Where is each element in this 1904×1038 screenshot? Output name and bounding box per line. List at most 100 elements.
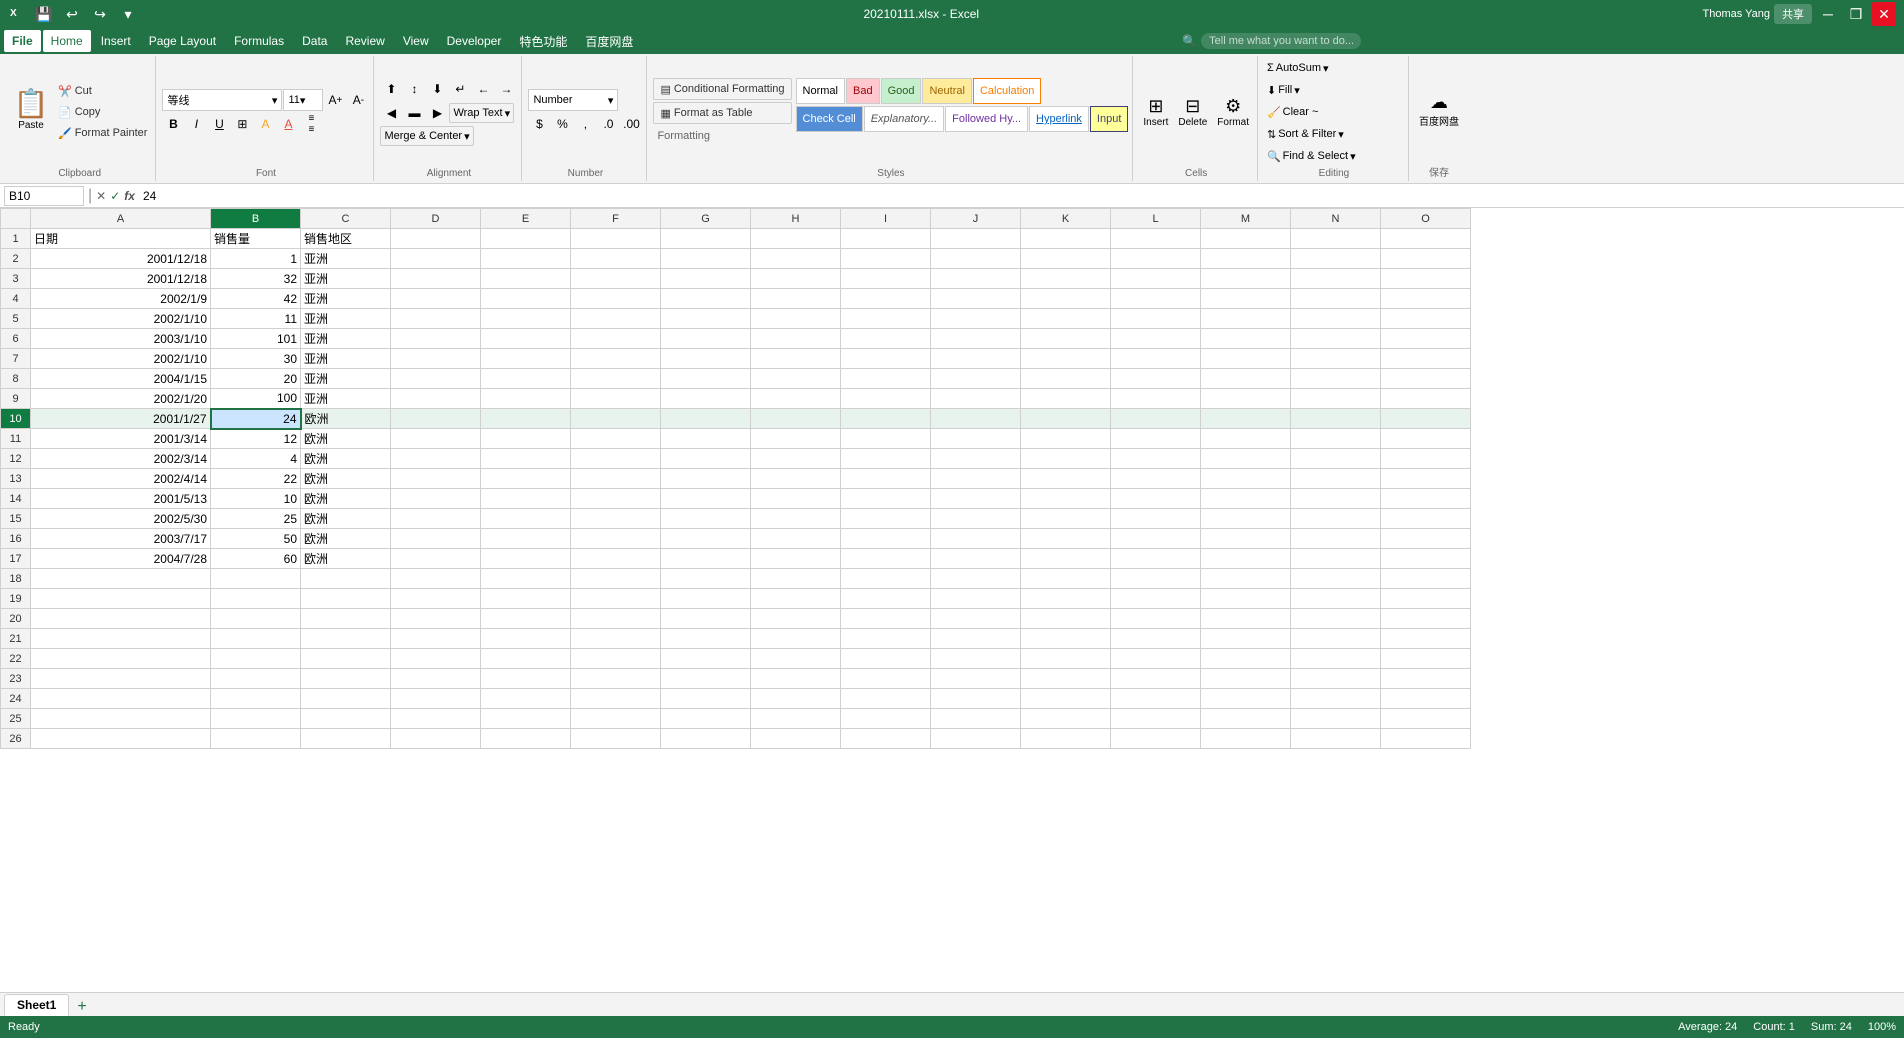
cell-F2[interactable] (571, 249, 661, 269)
menu-special[interactable]: 特色功能 (511, 30, 575, 52)
cell-M8[interactable] (1201, 369, 1291, 389)
cell-M16[interactable] (1201, 529, 1291, 549)
cell-O21[interactable] (1381, 629, 1471, 649)
cell-J14[interactable] (931, 489, 1021, 509)
cell-K8[interactable] (1021, 369, 1111, 389)
col-header-N[interactable]: N (1291, 209, 1381, 229)
cell-G26[interactable] (661, 729, 751, 749)
cell-K25[interactable] (1021, 709, 1111, 729)
cell-C20[interactable] (301, 609, 391, 629)
cell-D15[interactable] (391, 509, 481, 529)
cell-K4[interactable] (1021, 289, 1111, 309)
cell-D20[interactable] (391, 609, 481, 629)
cell-M2[interactable] (1201, 249, 1291, 269)
find-select-btn[interactable]: 🔍 Find & Select ▾ (1264, 146, 1359, 166)
cell-E4[interactable] (481, 289, 571, 309)
cell-B4[interactable]: 42 (211, 289, 301, 309)
cell-M25[interactable] (1201, 709, 1291, 729)
cell-J12[interactable] (931, 449, 1021, 469)
cell-L5[interactable] (1111, 309, 1201, 329)
cell-N13[interactable] (1291, 469, 1381, 489)
cell-O4[interactable] (1381, 289, 1471, 309)
cell-F7[interactable] (571, 349, 661, 369)
cell-G8[interactable] (661, 369, 751, 389)
cell-I3[interactable] (841, 269, 931, 289)
cell-L7[interactable] (1111, 349, 1201, 369)
cell-D12[interactable] (391, 449, 481, 469)
row-header-13[interactable]: 13 (1, 469, 31, 489)
cell-D21[interactable] (391, 629, 481, 649)
cell-F26[interactable] (571, 729, 661, 749)
cell-B14[interactable]: 10 (211, 489, 301, 509)
cell-H15[interactable] (751, 509, 841, 529)
cell-L23[interactable] (1111, 669, 1201, 689)
cell-D3[interactable] (391, 269, 481, 289)
cell-A8[interactable]: 2004/1/15 (31, 369, 211, 389)
cell-H11[interactable] (751, 429, 841, 449)
cell-B22[interactable] (211, 649, 301, 669)
cell-E9[interactable] (481, 389, 571, 409)
col-header-M[interactable]: M (1201, 209, 1291, 229)
cell-J9[interactable] (931, 389, 1021, 409)
cell-F20[interactable] (571, 609, 661, 629)
cell-N23[interactable] (1291, 669, 1381, 689)
redo-btn[interactable]: ↪ (88, 2, 112, 26)
cell-N9[interactable] (1291, 389, 1381, 409)
align-top-btn[interactable]: ⬆ (380, 78, 402, 100)
cell-A7[interactable]: 2002/1/10 (31, 349, 211, 369)
confirm-formula-btn[interactable]: ✓ (110, 189, 120, 203)
cell-L11[interactable] (1111, 429, 1201, 449)
cell-H6[interactable] (751, 329, 841, 349)
decrease-decimal-btn[interactable]: .00 (620, 113, 642, 135)
cell-G9[interactable] (661, 389, 751, 409)
cell-K23[interactable] (1021, 669, 1111, 689)
cell-J5[interactable] (931, 309, 1021, 329)
cell-G5[interactable] (661, 309, 751, 329)
cell-K13[interactable] (1021, 469, 1111, 489)
cell-H24[interactable] (751, 689, 841, 709)
cell-D4[interactable] (391, 289, 481, 309)
cell-I11[interactable] (841, 429, 931, 449)
autosum-btn[interactable]: Σ AutoSum ▾ (1264, 58, 1332, 78)
cell-E17[interactable] (481, 549, 571, 569)
col-header-D[interactable]: D (391, 209, 481, 229)
cell-E19[interactable] (481, 589, 571, 609)
paste-button[interactable]: 📋 Paste (8, 81, 54, 137)
cell-G25[interactable] (661, 709, 751, 729)
cell-I12[interactable] (841, 449, 931, 469)
cell-A10[interactable]: 2001/1/27 (31, 409, 211, 429)
cell-D19[interactable] (391, 589, 481, 609)
cell-I8[interactable] (841, 369, 931, 389)
cell-A2[interactable]: 2001/12/18 (31, 249, 211, 269)
name-box[interactable]: B10 (4, 186, 84, 206)
cell-A4[interactable]: 2002/1/9 (31, 289, 211, 309)
cell-F14[interactable] (571, 489, 661, 509)
row-header-3[interactable]: 3 (1, 269, 31, 289)
cell-N22[interactable] (1291, 649, 1381, 669)
cell-M4[interactable] (1201, 289, 1291, 309)
cell-K10[interactable] (1021, 409, 1111, 429)
minimize-btn[interactable]: ─ (1816, 2, 1840, 26)
cell-C3[interactable]: 亚洲 (301, 269, 391, 289)
cell-N10[interactable] (1291, 409, 1381, 429)
cell-N2[interactable] (1291, 249, 1381, 269)
cell-O18[interactable] (1381, 569, 1471, 589)
cell-B8[interactable]: 20 (211, 369, 301, 389)
cell-F15[interactable] (571, 509, 661, 529)
cell-H16[interactable] (751, 529, 841, 549)
cell-C10[interactable]: 欧洲 (301, 409, 391, 429)
cell-D1[interactable] (391, 229, 481, 249)
style-normal-btn[interactable]: Normal (796, 78, 845, 104)
cell-O13[interactable] (1381, 469, 1471, 489)
align-middle-btn[interactable]: ↕ (403, 78, 425, 100)
row-header-8[interactable]: 8 (1, 369, 31, 389)
row-header-21[interactable]: 21 (1, 629, 31, 649)
cell-G22[interactable] (661, 649, 751, 669)
cell-K18[interactable] (1021, 569, 1111, 589)
cell-O19[interactable] (1381, 589, 1471, 609)
cell-C4[interactable]: 亚洲 (301, 289, 391, 309)
decrease-indent-btn[interactable]: ← (472, 78, 494, 100)
accounting-btn[interactable]: $ (528, 113, 550, 135)
cell-G15[interactable] (661, 509, 751, 529)
cell-D24[interactable] (391, 689, 481, 709)
